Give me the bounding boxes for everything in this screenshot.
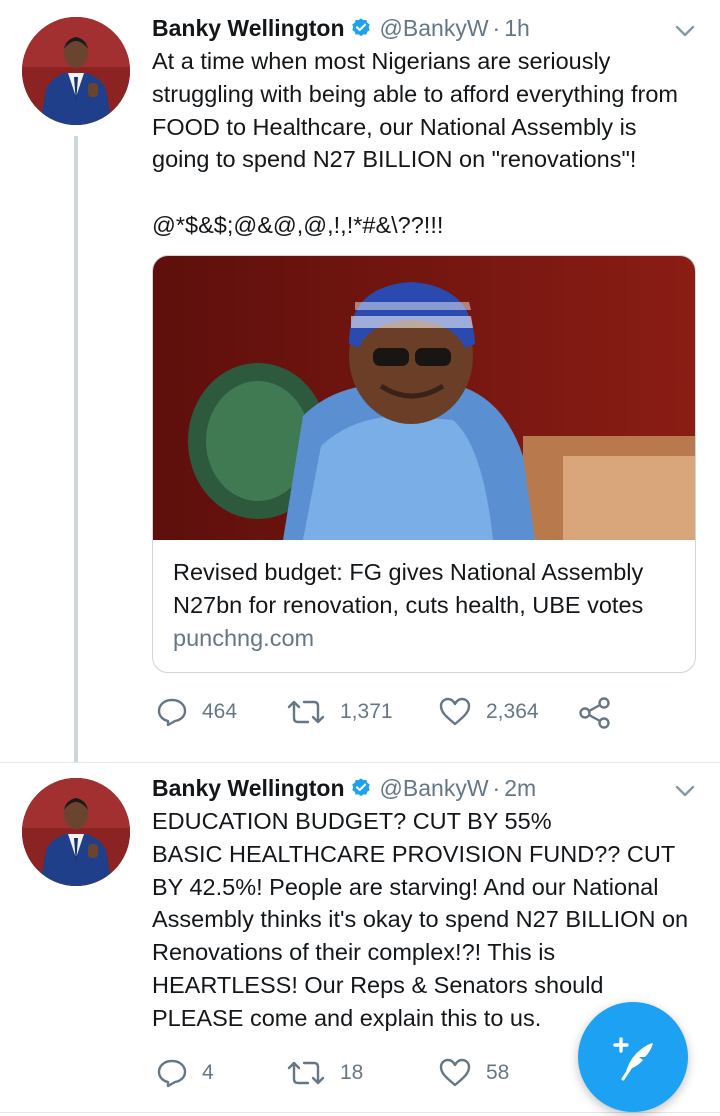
verified-badge-icon [351, 778, 370, 797]
bottom-divider [0, 1112, 720, 1113]
tweet-text: EDUCATION BUDGET? CUT BY 55% BASIC HEALT… [152, 808, 689, 1031]
tweet-actions: 4 18 58 [156, 1057, 626, 1093]
card-domain: punchng.com [173, 625, 315, 651]
author-name[interactable]: Banky Wellington [152, 15, 345, 42]
compose-tweet-icon [613, 1037, 653, 1081]
thread-connector-line [74, 136, 78, 762]
retweet-button[interactable]: 1,371 [286, 696, 393, 728]
reply-count: 464 [202, 700, 238, 723]
heart-icon [439, 697, 471, 726]
tweet-header: Banky Wellington @BankyW · 2m [152, 772, 536, 804]
compose-tweet-button[interactable] [578, 1002, 688, 1112]
retweet-count: 1,371 [340, 700, 393, 723]
share-icon [579, 697, 610, 729]
share-button[interactable] [578, 696, 612, 730]
tweet-divider [0, 762, 720, 763]
separator-dot: · [492, 774, 501, 801]
card-image [153, 256, 695, 540]
avatar[interactable] [22, 17, 130, 125]
reply-count: 4 [202, 1061, 214, 1084]
like-count: 2,364 [486, 700, 539, 723]
tweet-actions: 464 1,371 2,364 [156, 696, 626, 732]
tweet-timestamp[interactable]: 1h [504, 15, 530, 42]
retweet-count: 18 [340, 1061, 364, 1084]
like-count: 58 [486, 1061, 510, 1084]
link-preview-card[interactable]: Revised budget: FG gives National Assemb… [152, 255, 696, 673]
separator-dot: · [492, 14, 501, 41]
author-handle[interactable]: @BankyW [380, 775, 489, 802]
reply-icon [157, 1059, 187, 1088]
verified-badge-icon [351, 18, 370, 37]
reply-icon [157, 698, 187, 727]
retweet-button[interactable]: 18 [286, 1057, 363, 1089]
chevron-down-icon[interactable] [672, 782, 698, 800]
tweet-header: Banky Wellington @BankyW · 1h [152, 12, 530, 44]
card-title: Revised budget: FG gives National Assemb… [173, 559, 644, 618]
retweet-icon [287, 700, 325, 724]
reply-button[interactable]: 4 [156, 1057, 214, 1089]
avatar[interactable] [22, 778, 130, 886]
tweet-text: At a time when most Nigerians are seriou… [152, 48, 679, 238]
author-name[interactable]: Banky Wellington [152, 775, 345, 802]
reply-button[interactable]: 464 [156, 696, 237, 728]
like-button[interactable]: 58 [438, 1057, 509, 1089]
like-button[interactable]: 2,364 [438, 696, 539, 728]
tweet-timestamp[interactable]: 2m [504, 775, 536, 802]
author-handle[interactable]: @BankyW [380, 15, 489, 42]
heart-icon [439, 1058, 471, 1087]
chevron-down-icon[interactable] [672, 22, 698, 40]
retweet-icon [287, 1061, 325, 1085]
